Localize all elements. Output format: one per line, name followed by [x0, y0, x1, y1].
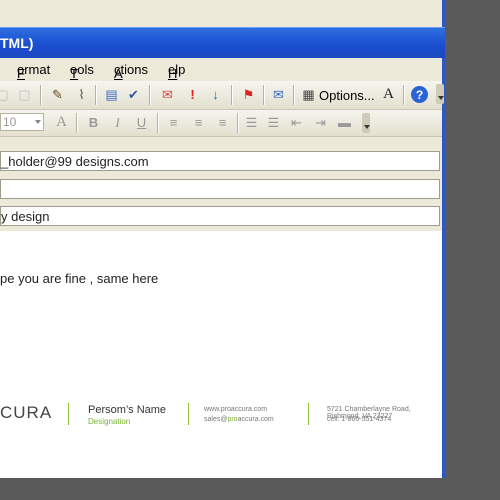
title-bar[interactable]: TML)	[0, 27, 445, 58]
chevron-down-icon	[35, 120, 41, 124]
follow-up-flag-icon[interactable]: ⚑	[240, 86, 257, 103]
align-center-icon[interactable]: ≡	[190, 114, 207, 131]
signature-cell: cell: 1-866-551-4374	[327, 416, 392, 423]
align-right-icon[interactable]: ≡	[214, 114, 231, 131]
email-brand: pro	[227, 416, 238, 423]
window-title: TML)	[0, 35, 34, 51]
message-header: _holder@99 designs.com y design	[0, 137, 442, 227]
divider	[68, 403, 69, 425]
check-names-icon[interactable]: ✔	[125, 86, 142, 103]
decrease-indent-icon[interactable]: ⇤	[288, 114, 305, 131]
signature-icon[interactable]: ✉	[270, 86, 287, 103]
italic-icon[interactable]: I	[109, 114, 126, 131]
paste-icon[interactable]: ▢	[16, 86, 33, 103]
background-bottom	[0, 478, 445, 500]
numbered-list-icon[interactable]: ☰	[243, 114, 260, 131]
high-importance-icon[interactable]: !	[184, 86, 201, 103]
menu-format[interactable]: Format	[17, 62, 50, 81]
to-value: _holder@99 designs.com	[1, 154, 149, 169]
menu-actions[interactable]: Actions	[114, 62, 148, 81]
cc-field[interactable]	[0, 179, 440, 199]
separator	[157, 113, 159, 133]
font-size-select[interactable]: 10	[0, 113, 44, 131]
message-body[interactable]: pe you are fine , same here CURA Persom’…	[0, 231, 442, 478]
formatting-toolbar: 10 A B I U ≡ ≡ ≡ ☰ ☰ ⇤ ⇥ ▬	[0, 110, 442, 137]
signature-website: www.proaccura.com	[204, 406, 268, 413]
company-logo: CURA	[0, 403, 53, 422]
separator	[263, 85, 265, 105]
separator	[95, 85, 97, 105]
bold-icon[interactable]: B	[85, 114, 102, 131]
separator	[76, 113, 78, 133]
address-book-icon[interactable]: ▤	[103, 86, 120, 103]
increase-indent-icon[interactable]: ⇥	[312, 114, 329, 131]
font-color-icon[interactable]: A	[53, 114, 70, 131]
underline-icon[interactable]: U	[133, 114, 150, 131]
separator	[231, 85, 233, 105]
separator	[403, 85, 405, 105]
menu-tools[interactable]: Tools	[70, 62, 94, 81]
permission-icon[interactable]: ✉	[159, 86, 176, 103]
signature-name: Persom’s Name	[88, 404, 167, 416]
signature-designation: Designation	[88, 417, 131, 426]
attach-icon[interactable]: ⌇	[73, 86, 90, 103]
signature-email: sales@proaccura.com	[204, 416, 274, 423]
font-size-value: 10	[3, 115, 17, 129]
separator	[149, 85, 151, 105]
copy-icon[interactable]: ▢	[0, 86, 11, 103]
to-field[interactable]: _holder@99 designs.com	[0, 151, 440, 171]
align-left-icon[interactable]: ≡	[165, 114, 182, 131]
subject-value: y design	[1, 209, 50, 224]
separator	[293, 85, 295, 105]
divider	[188, 403, 189, 425]
format-toolbar-chevron[interactable]	[362, 113, 370, 133]
standard-toolbar: ▢ ▢ ✎ ⌇ ▤ ✔ ✉ ! ↓ ⚑ ✉ ▦ Options... A ?	[0, 81, 444, 110]
separator	[237, 113, 239, 133]
menu-bar: Format Tools Actions Help	[0, 58, 442, 81]
menu-help[interactable]: Help	[168, 62, 185, 81]
email-prefix: sales@	[204, 416, 228, 423]
bullet-list-icon[interactable]: ☰	[265, 114, 282, 131]
subject-field[interactable]: y design	[0, 206, 440, 226]
font-size-icon[interactable]: A	[380, 86, 397, 103]
body-text: pe you are fine , same here	[0, 271, 159, 286]
email-suffix: accura.com	[237, 416, 274, 423]
options-button[interactable]: Options...	[319, 88, 375, 103]
divider	[308, 403, 309, 425]
options-icon[interactable]: ▦	[300, 86, 317, 103]
toolbar-options-chevron[interactable]	[436, 84, 444, 104]
highlight-icon[interactable]: ▬	[336, 114, 353, 131]
low-importance-icon[interactable]: ↓	[207, 86, 224, 103]
help-icon[interactable]: ?	[411, 86, 428, 103]
outlook-message-window: TML) Format Tools Actions Help ▢ ▢ ✎ ⌇ ▤…	[0, 0, 445, 478]
separator	[40, 85, 42, 105]
edit-icon[interactable]: ✎	[49, 86, 66, 103]
